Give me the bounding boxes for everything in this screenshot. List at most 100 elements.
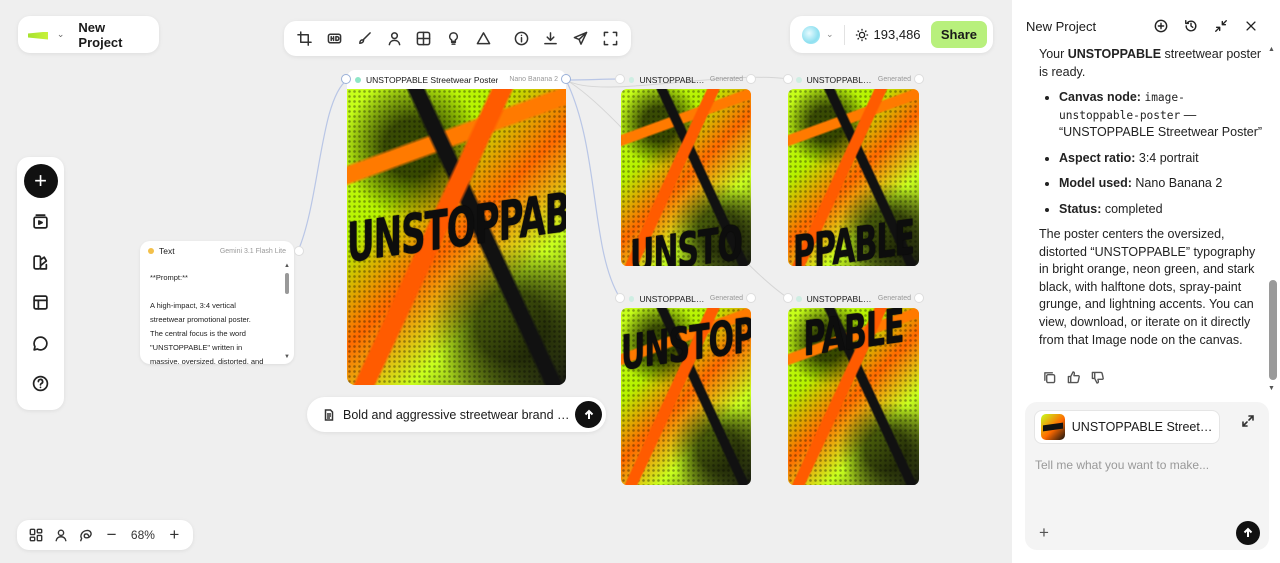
new-chat-button[interactable] bbox=[1146, 14, 1176, 38]
brush-button[interactable] bbox=[349, 25, 379, 53]
output-port[interactable] bbox=[746, 74, 756, 84]
expand-icon bbox=[1242, 415, 1254, 427]
generated-image-node[interactable]: UNSTOPPABLE ... Generated UNSTOP bbox=[621, 289, 751, 485]
person-button[interactable] bbox=[379, 25, 409, 53]
thumbs-down-icon bbox=[1091, 371, 1104, 384]
output-port[interactable] bbox=[914, 293, 924, 303]
scroll-up-arrow[interactable]: ▲ bbox=[284, 263, 290, 269]
output-port[interactable] bbox=[746, 293, 756, 303]
generated-image[interactable]: UNSTO bbox=[621, 89, 751, 266]
node-prompt-submit-button[interactable] bbox=[575, 401, 602, 428]
credits-counter[interactable]: 193,486 bbox=[855, 27, 921, 42]
chevron-down-icon: ⌄ bbox=[56, 29, 65, 39]
text-line: massive, oversized, distorted, and bbox=[150, 357, 264, 364]
panel-scrollbar[interactable]: ▲ ▼ bbox=[1268, 46, 1278, 395]
chat-send-button[interactable] bbox=[1236, 521, 1260, 545]
fullscreen-icon bbox=[603, 31, 618, 46]
scroll-down-arrow[interactable]: ▼ bbox=[1268, 385, 1275, 392]
node-status-dot bbox=[355, 76, 361, 83]
grid-icon bbox=[416, 31, 431, 46]
poster-image[interactable]: UNSTOPPABLE bbox=[347, 89, 566, 385]
scroll-down-arrow[interactable]: ▼ bbox=[284, 354, 290, 360]
collaborators-button[interactable] bbox=[48, 523, 73, 547]
lasso-button[interactable] bbox=[74, 523, 99, 547]
node-title: UNSTOPPABLE ... bbox=[806, 74, 873, 85]
node-status: Generated bbox=[877, 295, 911, 302]
share-button[interactable]: Share bbox=[930, 21, 987, 48]
tool-chat-button[interactable] bbox=[24, 326, 58, 360]
project-switcher[interactable]: ⌄ New Project bbox=[18, 16, 159, 53]
add-attachment-button[interactable]: + bbox=[1039, 524, 1049, 541]
generated-image-node[interactable]: UNSTOPPABLE ... Generated PABLE bbox=[788, 289, 919, 485]
input-port[interactable] bbox=[341, 74, 351, 84]
tool-styles-button[interactable] bbox=[24, 245, 58, 279]
minimap-button[interactable] bbox=[23, 523, 48, 547]
credits-value: 193,486 bbox=[873, 27, 921, 42]
plus-icon: + bbox=[1039, 523, 1049, 542]
item-value: 3:4 portrait bbox=[1135, 150, 1199, 165]
hd-upscale-button[interactable] bbox=[320, 25, 350, 53]
chevron-down-icon[interactable]: ⌄ bbox=[826, 29, 834, 40]
scrollbar-thumb[interactable] bbox=[285, 273, 289, 294]
output-port[interactable] bbox=[294, 246, 304, 256]
scroll-up-arrow[interactable]: ▲ bbox=[1268, 46, 1275, 53]
input-port[interactable] bbox=[783, 293, 793, 303]
copy-button[interactable] bbox=[1040, 368, 1058, 386]
node-prompt-bar[interactable]: Bold and aggressive streetwear brand pr.… bbox=[307, 397, 606, 432]
text-node-content[interactable]: **Prompt:** A high-impact, 3:4 vertical … bbox=[140, 261, 294, 364]
poster-word: PABLE bbox=[803, 308, 904, 369]
generated-image-node[interactable]: UNSTOPPABLE ... Generated PPABLE bbox=[788, 70, 919, 266]
info-button[interactable] bbox=[506, 25, 536, 53]
avatar[interactable] bbox=[802, 25, 820, 44]
lasso-icon bbox=[80, 529, 92, 542]
tool-assets-button[interactable] bbox=[24, 205, 58, 239]
shape-button[interactable] bbox=[468, 25, 498, 53]
generated-image[interactable]: PPABLE bbox=[788, 89, 919, 266]
text-line: A high-impact, 3:4 vertical bbox=[150, 301, 236, 310]
close-panel-button[interactable] bbox=[1236, 14, 1266, 38]
divider bbox=[843, 24, 845, 45]
output-port[interactable] bbox=[561, 74, 571, 84]
tool-layout-button[interactable] bbox=[24, 286, 58, 320]
chat-input[interactable]: Tell me what you want to make... bbox=[1035, 458, 1209, 472]
generated-image-node[interactable]: UNSTOPPABLE ... Generated UNSTO bbox=[621, 70, 751, 266]
thumbs-up-button[interactable] bbox=[1064, 368, 1082, 386]
zoom-in-button[interactable]: + bbox=[162, 523, 187, 547]
zoom-level[interactable]: 68% bbox=[124, 528, 161, 542]
fullscreen-button[interactable] bbox=[595, 25, 625, 53]
item-label: Model used: bbox=[1059, 176, 1132, 191]
text-node[interactable]: Text Gemini 3.1 Flash Lite **Prompt:** A… bbox=[140, 241, 294, 364]
send-button[interactable] bbox=[566, 25, 596, 53]
zoom-out-button[interactable]: − bbox=[99, 523, 124, 547]
generated-image[interactable]: PABLE bbox=[788, 308, 919, 485]
user-icon bbox=[55, 529, 67, 542]
main-image-node[interactable]: UNSTOPPABLE Streetwear Poster Nano Banan… bbox=[347, 70, 566, 385]
download-icon bbox=[544, 32, 558, 45]
collapse-panel-button[interactable] bbox=[1206, 14, 1236, 38]
attachment-chip[interactable]: UNSTOPPABLE Streetwe... bbox=[1034, 410, 1220, 444]
thumbs-down-button[interactable] bbox=[1088, 368, 1106, 386]
generated-image[interactable]: UNSTOP bbox=[621, 308, 751, 485]
input-port[interactable] bbox=[783, 74, 793, 84]
arrow-up-icon bbox=[584, 409, 593, 419]
output-port[interactable] bbox=[914, 74, 924, 84]
add-node-button[interactable]: + bbox=[23, 164, 58, 198]
light-button[interactable] bbox=[439, 25, 469, 53]
scrollbar-thumb[interactable] bbox=[1269, 280, 1277, 380]
left-tool-rail: + bbox=[17, 157, 64, 410]
tool-help-button[interactable] bbox=[24, 367, 58, 401]
input-port[interactable] bbox=[615, 293, 625, 303]
input-port[interactable] bbox=[615, 74, 625, 84]
crop-button[interactable] bbox=[290, 25, 320, 53]
expand-composer-button[interactable] bbox=[1241, 414, 1255, 433]
list-item: Model used: Nano Banana 2 bbox=[1059, 175, 1263, 193]
grid-button[interactable] bbox=[409, 25, 439, 53]
node-prompt-text[interactable]: Bold and aggressive streetwear brand pr.… bbox=[343, 408, 571, 422]
message-description: The poster centers the oversized, distor… bbox=[1039, 226, 1256, 347]
chat-composer: UNSTOPPABLE Streetwe... Tell me what you… bbox=[1025, 402, 1269, 550]
download-button[interactable] bbox=[536, 25, 566, 53]
node-status-dot bbox=[796, 76, 802, 83]
layout-icon bbox=[33, 295, 48, 310]
canvas[interactable]: ⌄ New Project ⌄ 193,486 Share + − 68% + … bbox=[0, 0, 1012, 563]
history-button[interactable] bbox=[1176, 14, 1206, 38]
